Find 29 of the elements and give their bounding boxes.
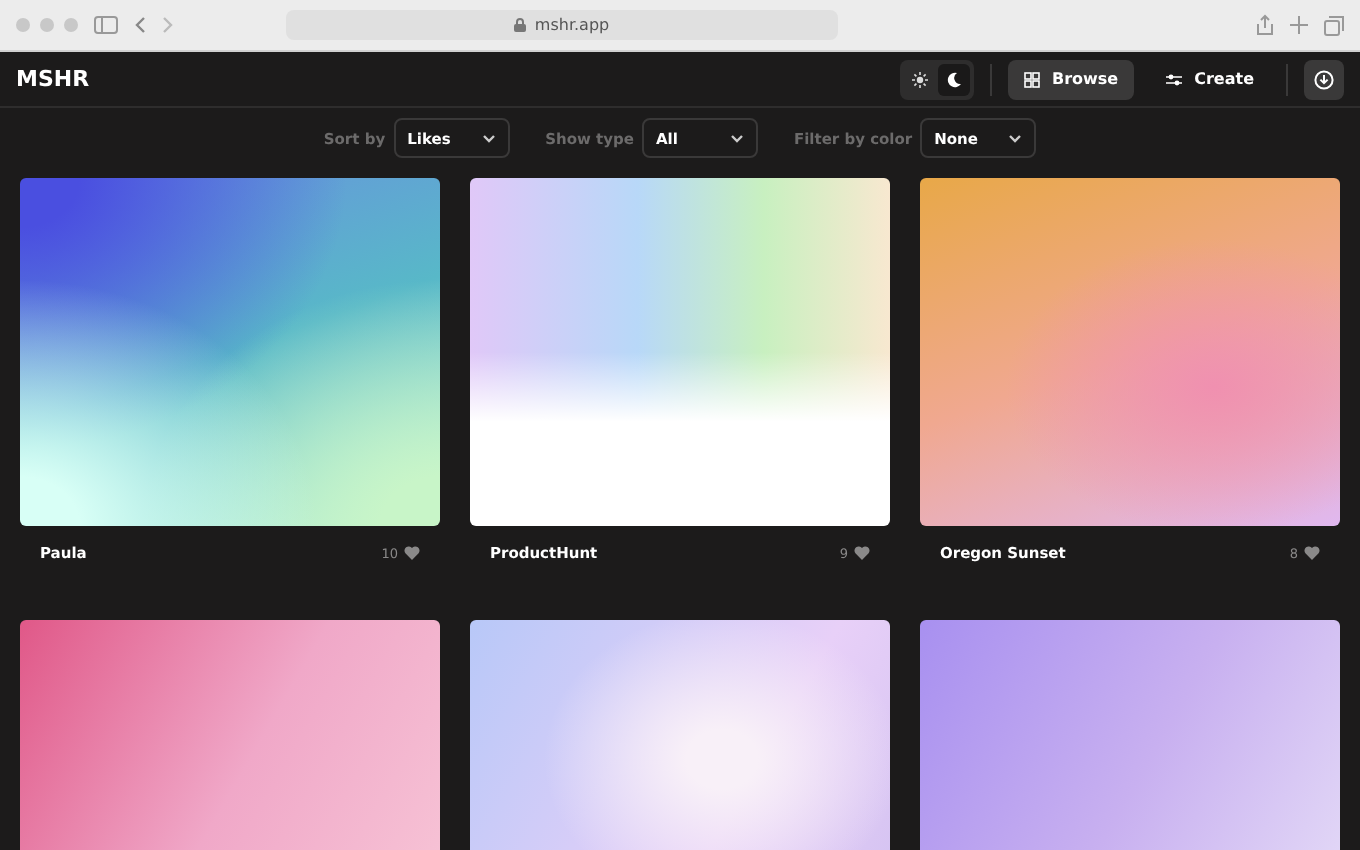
- heart-icon[interactable]: [404, 546, 420, 560]
- sun-icon: [911, 71, 928, 87]
- window-zoom-button[interactable]: [64, 18, 78, 32]
- grid-icon: [1023, 71, 1040, 87]
- forward-icon[interactable]: [162, 16, 174, 34]
- gradient-preview[interactable]: [20, 178, 440, 526]
- browse-nav-button[interactable]: Browse: [1007, 59, 1135, 99]
- back-icon[interactable]: [134, 16, 146, 34]
- tabs-icon[interactable]: [1324, 15, 1344, 35]
- share-icon[interactable]: [1256, 14, 1274, 36]
- download-icon: [1314, 69, 1334, 89]
- moon-icon: [945, 71, 962, 87]
- heart-icon[interactable]: [1304, 546, 1320, 560]
- window-minimize-button[interactable]: [40, 18, 54, 32]
- dark-theme-button[interactable]: [937, 63, 970, 95]
- chevron-down-icon: [729, 133, 744, 143]
- chevron-down-icon: [1008, 133, 1023, 143]
- plus-icon[interactable]: [1290, 16, 1308, 34]
- logo[interactable]: MSHR: [16, 66, 90, 92]
- chevron-down-icon: [481, 133, 496, 143]
- window-close-button[interactable]: [16, 18, 30, 32]
- download-button[interactable]: [1304, 59, 1344, 99]
- address-bar[interactable]: mshr.app: [286, 10, 838, 40]
- heart-icon[interactable]: [854, 546, 870, 560]
- create-nav-button[interactable]: Create: [1150, 59, 1270, 99]
- lock-icon: [514, 18, 527, 32]
- sliders-icon: [1166, 71, 1183, 87]
- sidebar-icon[interactable]: [94, 16, 118, 34]
- url-text: mshr.app: [534, 16, 610, 34]
